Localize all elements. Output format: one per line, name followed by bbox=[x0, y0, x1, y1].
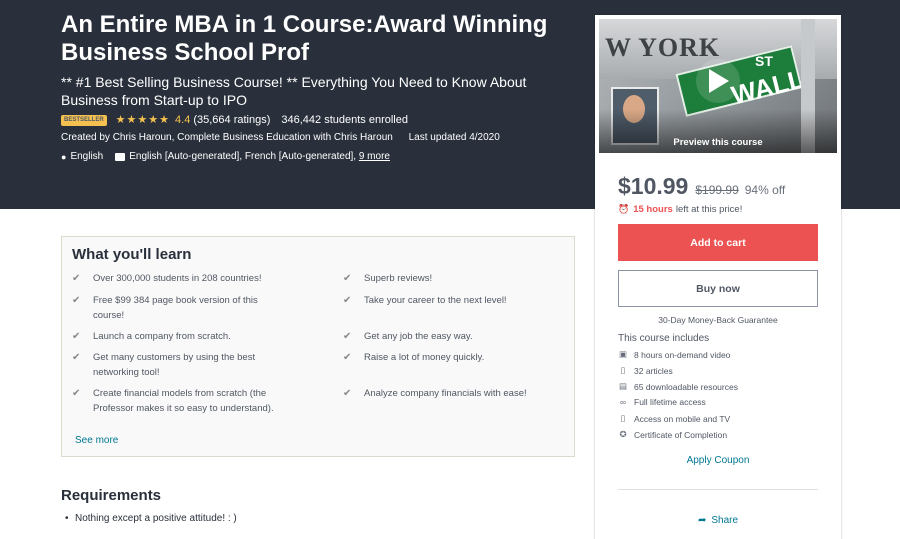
learn-item-text: Get many customers by using the best net… bbox=[93, 352, 256, 378]
buy-now-button[interactable]: Buy now bbox=[618, 270, 818, 307]
price-timer: ⏰ 15 hours left at this price! bbox=[618, 204, 742, 215]
course-title: An Entire MBA in 1 Course:Award Winning … bbox=[61, 11, 548, 66]
apply-coupon-link[interactable]: Apply Coupon bbox=[595, 455, 841, 466]
file-icon: ▯ bbox=[620, 365, 626, 375]
timer-hours: 15 hours bbox=[633, 204, 673, 215]
alarm-clock-icon: ⏰ bbox=[618, 204, 630, 214]
course-language: English bbox=[70, 151, 104, 162]
check-icon: ✔ bbox=[343, 388, 352, 399]
price-row: $10.99 $199.99 94% off bbox=[618, 173, 785, 200]
share-icon: ➦ bbox=[697, 515, 707, 526]
learn-item: ✔ Take your career to the next level! bbox=[343, 293, 553, 308]
half-star-icon: ★ bbox=[159, 113, 170, 126]
learn-item: ✔ Over 300,000 students in 208 countries! bbox=[72, 271, 282, 286]
learn-item-text: Over 300,000 students in 208 countries! bbox=[93, 273, 262, 284]
include-item: ▣ 8 hours on-demand video bbox=[618, 349, 730, 360]
last-updated: Last updated 4/2020 bbox=[408, 132, 500, 143]
check-icon: ✔ bbox=[343, 331, 352, 342]
star-icon: ★ bbox=[137, 113, 148, 126]
certificate-icon: ✪ bbox=[619, 429, 627, 439]
includes-title: This course includes bbox=[618, 333, 710, 344]
money-back-guarantee: 30-Day Money-Back Guarantee bbox=[658, 315, 778, 325]
include-item: ▯ Access on mobile and TV bbox=[618, 413, 731, 424]
learn-item-text: Free $99 384 page book version of this c… bbox=[93, 295, 258, 321]
current-price: $10.99 bbox=[618, 173, 689, 199]
star-icon: ★ bbox=[148, 113, 159, 126]
check-icon: ✔ bbox=[72, 331, 81, 342]
include-text: Certificate of Completion bbox=[634, 429, 728, 440]
bestseller-badge: BESTSELLER bbox=[61, 114, 107, 126]
learn-item: ✔ Create financial models from scratch (t… bbox=[72, 386, 282, 416]
add-to-cart-button[interactable]: Add to cart bbox=[618, 224, 818, 261]
check-icon: ✔ bbox=[72, 388, 81, 399]
requirement-item: Nothing except a positive attitude! : ) bbox=[65, 513, 237, 524]
learn-item: ✔ Free $99 384 page book version of this … bbox=[72, 293, 282, 323]
captions-list: English [Auto-generated], French [Auto-g… bbox=[129, 151, 357, 162]
learn-item-text: Launch a company from scratch. bbox=[93, 331, 231, 342]
ratings-count[interactable]: (35,664 ratings) bbox=[193, 114, 270, 126]
captions-icon bbox=[115, 152, 126, 161]
created-row: Created by Chris Haroun, Complete Busine… bbox=[61, 132, 500, 143]
check-icon: ✔ bbox=[72, 352, 81, 363]
include-item: ▤ 65 downloadable resources bbox=[618, 381, 738, 392]
language-row: ● English English [Auto-generated], Fren… bbox=[61, 151, 390, 162]
star-rating: ★ ★ ★ ★ ★ bbox=[115, 113, 170, 126]
share-button[interactable]: ➦ Share bbox=[595, 515, 841, 526]
include-text: 65 downloadable resources bbox=[634, 381, 738, 392]
learn-item-text: Get any job the easy way. bbox=[364, 331, 473, 342]
check-icon: ✔ bbox=[72, 273, 81, 284]
include-text: Access on mobile and TV bbox=[634, 413, 731, 424]
include-item: ∞ Full lifetime access bbox=[618, 397, 706, 407]
course-preview-video[interactable]: W YORK WALL ST Preview this course bbox=[599, 19, 837, 153]
mobile-icon: ▯ bbox=[620, 413, 626, 423]
preview-label: Preview this course bbox=[673, 137, 763, 148]
download-icon: ▤ bbox=[618, 381, 628, 391]
purchase-sidebar: W YORK WALL ST Preview this course $10.9… bbox=[595, 15, 841, 539]
learn-item-text: Superb reviews! bbox=[364, 273, 433, 284]
include-text: Full lifetime access bbox=[634, 397, 706, 407]
sidebar-divider bbox=[618, 489, 818, 490]
learn-item-text: Take your career to the next level! bbox=[364, 295, 507, 306]
learn-item: ✔ Get any job the easy way. bbox=[343, 329, 553, 344]
include-item: ✪ Certificate of Completion bbox=[618, 429, 727, 440]
captions-more-link[interactable]: 9 more bbox=[359, 151, 390, 162]
what-you-learn-title: What you'll learn bbox=[72, 246, 192, 263]
include-item: ▯ 32 articles bbox=[618, 365, 673, 376]
include-text: 32 articles bbox=[634, 365, 673, 376]
learn-item: ✔ Get many customers by using the best ne… bbox=[72, 350, 282, 380]
discount-percent: 94% off bbox=[744, 183, 786, 197]
learn-item: ✔ Launch a company from scratch. bbox=[72, 329, 282, 344]
speech-bubble-icon: ● bbox=[61, 151, 67, 162]
share-label: Share bbox=[711, 515, 739, 526]
video-icon: ▣ bbox=[618, 349, 628, 359]
check-icon: ✔ bbox=[343, 295, 352, 306]
what-you-learn-box: What you'll learn ✔ Over 300,000 students… bbox=[61, 236, 575, 457]
timer-text: left at this price! bbox=[675, 204, 743, 215]
learn-item-text: Analyze company financials with ease! bbox=[364, 388, 527, 399]
learn-item: ✔ Superb reviews! bbox=[343, 271, 553, 286]
created-by[interactable]: Created by Chris Haroun, Complete Busine… bbox=[61, 132, 393, 143]
rating-row: BESTSELLER ★ ★ ★ ★ ★ 4.4 (35,664 ratings… bbox=[61, 113, 408, 127]
see-more-link[interactable]: See more bbox=[75, 435, 118, 446]
street-sign-suffix: ST bbox=[755, 53, 773, 69]
star-icon: ★ bbox=[126, 113, 137, 126]
learn-item: ✔ Raise a lot of money quickly. bbox=[343, 350, 553, 365]
play-icon[interactable] bbox=[696, 59, 740, 103]
learn-item-text: Raise a lot of money quickly. bbox=[364, 352, 485, 363]
check-icon: ✔ bbox=[72, 295, 81, 306]
check-icon: ✔ bbox=[343, 273, 352, 284]
learn-item-text: Create financial models from scratch (th… bbox=[93, 388, 274, 414]
star-icon: ★ bbox=[115, 113, 126, 126]
students-enrolled: 346,442 students enrolled bbox=[281, 114, 408, 126]
rating-value: 4.4 bbox=[175, 114, 191, 126]
original-price: $199.99 bbox=[695, 183, 739, 197]
learn-fade-overlay bbox=[62, 415, 574, 437]
course-subtitle: ** #1 Best Selling Business Course! ** E… bbox=[61, 74, 527, 108]
requirements-title: Requirements bbox=[61, 487, 162, 504]
infinity-icon: ∞ bbox=[619, 397, 627, 407]
learn-item: ✔ Analyze company financials with ease! bbox=[343, 386, 553, 401]
include-text: 8 hours on-demand video bbox=[634, 349, 731, 360]
check-icon: ✔ bbox=[343, 352, 352, 363]
preview-sign-text: W YORK bbox=[605, 33, 721, 62]
